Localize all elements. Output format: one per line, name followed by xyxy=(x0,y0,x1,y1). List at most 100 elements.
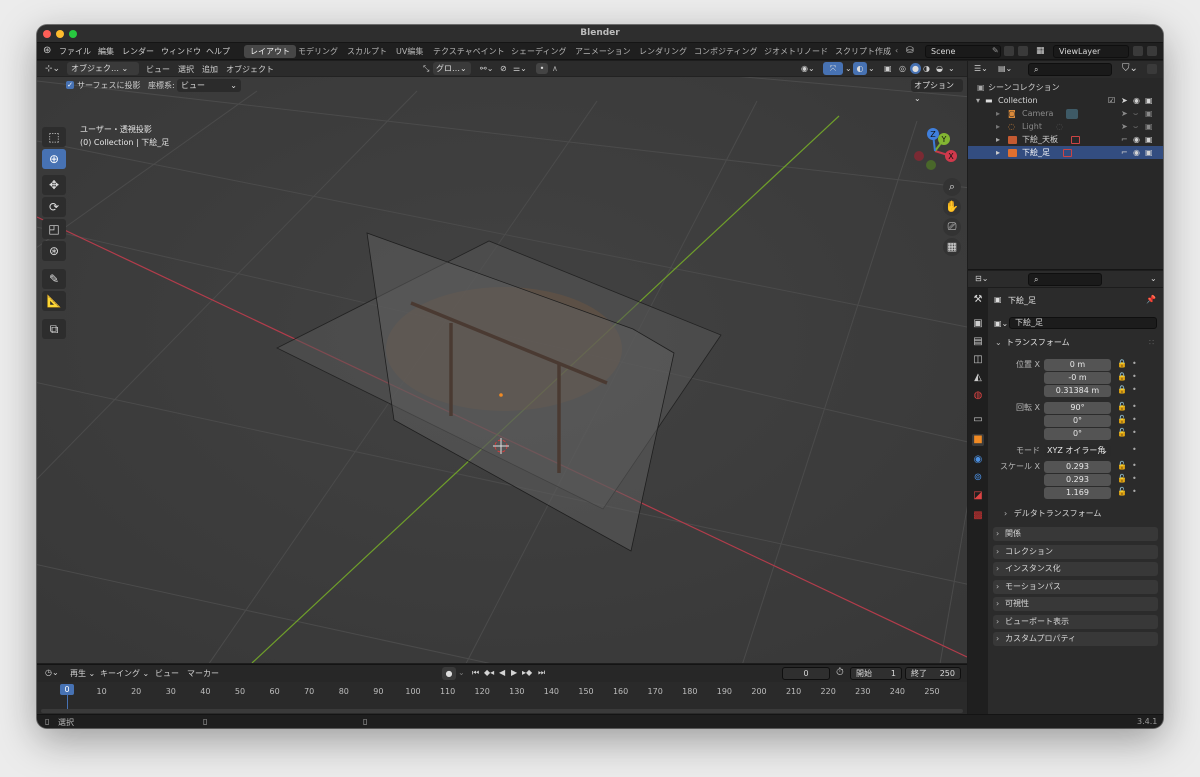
unlock-icon[interactable]: 🔓 xyxy=(1117,474,1127,483)
transform-tool-icon[interactable]: ⊛ xyxy=(42,241,66,261)
stopwatch-icon[interactable]: ⏱ xyxy=(836,667,844,678)
unlock-icon[interactable]: 🔓 xyxy=(1117,487,1127,496)
tab-scripting[interactable]: スクリプト作成 xyxy=(829,45,897,58)
keyframe-dot-icon[interactable]: • xyxy=(1132,372,1137,381)
vp-menu-object[interactable]: オブジェクト xyxy=(226,64,274,75)
rotate-tool-icon[interactable]: ⟳ xyxy=(42,197,66,217)
keyframe-dot-icon[interactable]: • xyxy=(1132,428,1137,437)
eye-icon[interactable]: ◉ xyxy=(1133,94,1140,107)
rotation-x-field[interactable]: 90° xyxy=(1044,402,1111,414)
render-camera-icon[interactable]: ▣ xyxy=(1145,133,1153,146)
scale-x-field[interactable]: 0.293 xyxy=(1044,461,1111,473)
scene-tab-icon[interactable]: ◭ xyxy=(972,372,984,384)
end-frame-field[interactable]: 終了 250 xyxy=(905,667,961,680)
object-name-field[interactable]: 下絵_足 xyxy=(1009,317,1157,329)
jump-start-icon[interactable]: ⏮ xyxy=(472,668,479,678)
coord-select[interactable]: ビュー ⌄ xyxy=(177,79,241,92)
timeline-menu-playback[interactable]: 再生 ⌄ xyxy=(70,668,95,679)
panel-custom-properties[interactable]: › カスタムプロパティ xyxy=(993,632,1158,646)
lock-icon[interactable]: 🔒 xyxy=(1117,385,1127,394)
properties-options-icon[interactable]: ⌄ xyxy=(1150,274,1157,283)
unlock-icon[interactable]: 🔓 xyxy=(1117,428,1127,437)
play-reverse-icon[interactable]: ◀ xyxy=(499,668,505,677)
vp-menu-select[interactable]: 選択 xyxy=(178,64,194,75)
panel-motion-paths[interactable]: › モーションパス xyxy=(993,580,1158,594)
filter-icon[interactable]: ⛉⌄ xyxy=(1122,63,1138,74)
view-layer-icon[interactable]: ▦ xyxy=(1036,46,1045,56)
expand-arrow-icon[interactable]: ▸ xyxy=(996,146,1000,159)
physics-tab-icon[interactable]: ◉ xyxy=(972,454,984,466)
data-tab-icon[interactable]: ◪ xyxy=(972,490,984,502)
object-data-icon[interactable]: ▣⌄ xyxy=(994,319,1008,328)
playhead[interactable]: 0 xyxy=(60,684,74,695)
material-shading-icon[interactable]: ◑ xyxy=(923,64,930,73)
texture-tab-icon[interactable]: ▩ xyxy=(972,510,984,522)
eye-closed-icon[interactable]: ⌣ xyxy=(1133,107,1138,120)
tab-layout[interactable]: レイアウト xyxy=(244,45,296,58)
pin-icon[interactable]: 📌 xyxy=(1146,295,1156,304)
tab-uv-editing[interactable]: UV編集 xyxy=(390,45,429,58)
tab-rendering[interactable]: レンダリング xyxy=(633,45,693,58)
output-tab-icon[interactable]: ▤ xyxy=(972,336,984,348)
blender-logo-icon[interactable]: ⊛ xyxy=(43,45,51,56)
keyframe-dot-icon[interactable]: • xyxy=(1132,385,1137,394)
timeline-editor-icon[interactable]: ◷⌄ xyxy=(45,668,59,677)
ortho-grid-icon[interactable]: ▦ xyxy=(943,238,961,256)
current-frame-field[interactable]: 0 xyxy=(782,667,830,680)
menu-help[interactable]: ヘルプ xyxy=(206,46,230,57)
3d-viewport[interactable]: ⊹⌄ オブジェク… ⌄ ビュー 選択 追加 オブジェクト ⤡ グロ…⌄ ⚯⌄ ⊘… xyxy=(37,61,967,663)
outliner-editor-icon[interactable]: ☰⌄ xyxy=(974,64,988,73)
render-camera-icon[interactable]: ▣ xyxy=(1145,146,1153,159)
transform-panel-header[interactable]: ⌄ トランスフォーム ∷ xyxy=(989,336,1159,350)
start-frame-field[interactable]: 開始 1 xyxy=(850,667,902,680)
tab-modeling[interactable]: モデリング xyxy=(292,45,344,58)
lock-icon[interactable]: 🔒 xyxy=(1117,359,1127,368)
zoom-icon[interactable]: ⌕ xyxy=(943,178,961,196)
overlay-dropdown-icon[interactable]: ⌄ xyxy=(868,64,875,73)
outliner-row[interactable]: ▸ ◌ Light ◌ ➤ ⌣ ▣ xyxy=(968,120,1163,133)
display-mode-icon[interactable]: ▤⌄ xyxy=(998,64,1012,73)
location-z-field[interactable]: 0.31384 m xyxy=(1044,385,1111,397)
menu-render[interactable]: レンダー xyxy=(122,46,154,57)
scene-field[interactable]: Scene xyxy=(925,45,1001,58)
expand-arrow-icon[interactable]: ▸ xyxy=(996,107,1000,120)
move-tool-icon[interactable]: ✥ xyxy=(42,175,66,195)
delta-transform-subpanel[interactable]: › デルタトランスフォーム xyxy=(1004,507,1101,521)
panel-collections[interactable]: › コレクション xyxy=(993,545,1158,559)
tab-shading[interactable]: シェーディング xyxy=(505,45,572,58)
panel-relations[interactable]: › 関係 xyxy=(993,527,1158,541)
timeline-menu-marker[interactable]: マーカー xyxy=(187,668,219,679)
camera-view-icon[interactable]: ⎚ xyxy=(943,218,961,236)
options-dropdown[interactable]: オプション ⌄ xyxy=(911,79,963,103)
timeline-menu-keying[interactable]: キーイング ⌄ xyxy=(100,668,149,679)
select-arrow-icon[interactable]: ➤ xyxy=(1121,120,1128,133)
tool-tab-icon[interactable]: ⚒ xyxy=(972,294,984,306)
menu-edit[interactable]: 編集 xyxy=(98,46,114,57)
properties-search[interactable]: ⌕ xyxy=(1028,273,1102,286)
prev-keyframe-icon[interactable]: ◆◂ xyxy=(484,668,494,677)
unlock-icon[interactable]: 🔓 xyxy=(1117,461,1127,470)
eye-closed-icon[interactable]: ⌣ xyxy=(1133,120,1138,133)
scale-y-field[interactable]: 0.293 xyxy=(1044,474,1111,486)
expand-arrow-icon[interactable]: ▾ xyxy=(976,94,980,107)
pivot-point-icon[interactable]: ⚯⌄ xyxy=(480,64,493,73)
pin-scene-icon[interactable]: ✎ xyxy=(992,46,999,55)
menu-file[interactable]: ファイル xyxy=(59,46,91,57)
view-layer-tab-icon[interactable]: ◫ xyxy=(972,354,984,366)
annotate-tool-icon[interactable]: ✎ xyxy=(42,269,66,289)
timeline-menu-view[interactable]: ビュー xyxy=(155,668,179,679)
panel-instancing[interactable]: › インスタンス化 xyxy=(993,562,1158,576)
navigation-gizmo[interactable]: X Y Z xyxy=(911,127,959,175)
unlock-icon[interactable]: 🔓 xyxy=(1117,415,1127,424)
add-cube-tool-icon[interactable]: ⧉ xyxy=(42,319,66,339)
tab-texture-paint[interactable]: テクスチャペイント xyxy=(427,45,511,58)
jump-end-icon[interactable]: ⏭ xyxy=(538,668,545,678)
gizmo-toggle-icon[interactable]: ⤧ xyxy=(823,62,843,75)
rotation-z-field[interactable]: 0° xyxy=(1044,428,1111,440)
xray-icon[interactable]: ▣ xyxy=(884,64,892,73)
eye-icon[interactable]: ◉ xyxy=(1133,133,1140,146)
include-checkbox-icon[interactable]: ☑ xyxy=(1108,94,1115,107)
keying-options-icon[interactable]: ⌄ xyxy=(458,668,465,677)
outliner-search[interactable]: ⌕ xyxy=(1028,63,1112,76)
measure-tool-icon[interactable]: 📐 xyxy=(42,291,66,311)
